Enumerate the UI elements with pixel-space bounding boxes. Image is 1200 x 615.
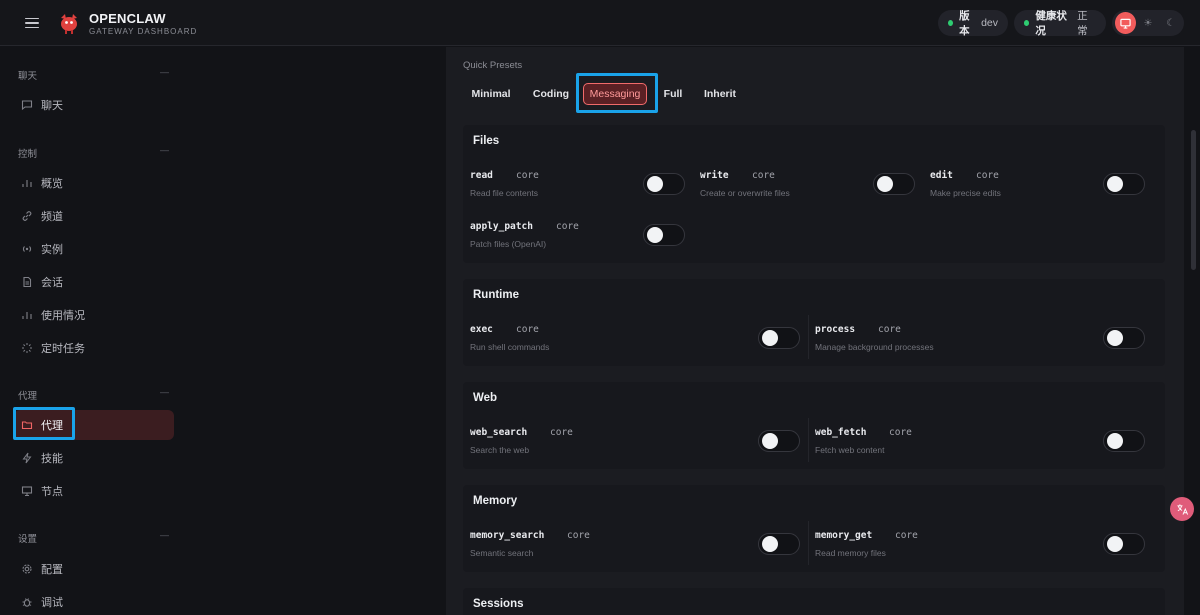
section-title: Files: [473, 135, 500, 147]
tool-edit: edit core Make precise edits: [923, 165, 1153, 205]
tool-tag: core: [516, 324, 539, 335]
link-icon: [20, 210, 33, 223]
section-files: Files read core Read file contents write…: [463, 125, 1165, 263]
section-memory: Memory memory_search core Semantic searc…: [463, 485, 1165, 572]
tool-tag: core: [567, 530, 590, 541]
preset-coding[interactable]: Coding: [528, 83, 574, 105]
sidebar-group-label: 设置: [18, 534, 38, 545]
section-title: Web: [473, 392, 498, 404]
section-sessions: Sessions: [463, 588, 1165, 615]
monitor-icon[interactable]: [1115, 12, 1136, 34]
tool-tag: core: [752, 170, 775, 181]
sidebar-item-chat[interactable]: 聊天: [14, 90, 174, 120]
sun-icon[interactable]: ☀: [1138, 12, 1159, 34]
tool-read-toggle[interactable]: [643, 173, 685, 195]
tool-write-toggle[interactable]: [873, 173, 915, 195]
quick-presets-label: Quick Presets: [463, 60, 523, 71]
tool-tag: core: [878, 324, 901, 335]
preset-minimal[interactable]: Minimal: [464, 83, 518, 105]
section-web: Web web_search core Search the web web_f…: [463, 382, 1165, 469]
tool-apply-patch-toggle[interactable]: [643, 224, 685, 246]
sidebar-group-label: 代理: [18, 391, 38, 402]
tool-tag: core: [516, 170, 539, 181]
tool-memory-search: memory_search core Semantic search: [463, 525, 808, 565]
sidebar-item-agents[interactable]: 代理: [14, 410, 174, 440]
tool-process-toggle[interactable]: [1103, 327, 1145, 349]
menu-icon[interactable]: [18, 13, 46, 33]
tool-web-fetch-toggle[interactable]: [1103, 430, 1145, 452]
tool-process: process core Manage background processes: [808, 319, 1153, 359]
tool-apply-patch: apply_patch core Patch files (OpenAI): [463, 216, 693, 256]
radio-icon: [20, 243, 33, 256]
sidebar-item-overview[interactable]: 概览: [14, 168, 174, 198]
sidebar-item-debug[interactable]: 调试: [14, 587, 174, 615]
section-title: Memory: [473, 495, 518, 507]
section-title: Sessions: [473, 598, 524, 610]
version-badge: 版本 dev: [938, 10, 1008, 37]
collapse-icon[interactable]: —: [160, 67, 169, 77]
status-dot-icon: [948, 20, 954, 26]
tool-tag: core: [889, 427, 912, 438]
monitor-icon: [20, 485, 33, 498]
zap-icon: [20, 452, 33, 465]
sidebar-item-channels[interactable]: 频道: [14, 201, 174, 231]
tool-tag: core: [550, 427, 573, 438]
gear-icon: [20, 563, 33, 576]
brand-subtitle: GATEWAY DASHBOARD: [89, 27, 198, 36]
sidebar-item-instances[interactable]: 实例: [14, 234, 174, 264]
sidebar-item-sessions[interactable]: 会话: [14, 267, 174, 297]
sidebar-item-usage[interactable]: 使用情况: [14, 300, 174, 330]
sidebar-item-config[interactable]: 配置: [14, 554, 174, 584]
folder-icon: [20, 419, 33, 432]
loader-icon: [20, 342, 33, 355]
sidebar-group-label: 控制: [18, 149, 38, 160]
bug-icon: [20, 596, 33, 609]
tool-tag: core: [556, 221, 579, 232]
preset-inherit[interactable]: Inherit: [699, 83, 741, 105]
sidebar: 聊天 — 聊天 控制 — 概览 频道 实例 会话 使用情况 定时任务 代理 — …: [0, 47, 175, 615]
collapse-icon[interactable]: —: [160, 387, 169, 397]
tool-memory-get-toggle[interactable]: [1103, 533, 1145, 555]
tool-web-search: web_search core Search the web: [463, 422, 808, 462]
tool-exec-toggle[interactable]: [758, 327, 800, 349]
tool-tag: core: [895, 530, 918, 541]
sidebar-item-cron[interactable]: 定时任务: [14, 333, 174, 363]
message-icon: [20, 99, 33, 112]
collapse-icon[interactable]: —: [160, 145, 169, 155]
bar-chart-icon: [20, 309, 33, 322]
status-dot-icon: [1024, 20, 1030, 26]
tool-web-fetch: web_fetch core Fetch web content: [808, 422, 1153, 462]
sidebar-item-nodes[interactable]: 节点: [14, 476, 174, 506]
file-icon: [20, 276, 33, 289]
brand-title: OPENCLAW: [89, 11, 166, 26]
openclaw-logo-icon: [61, 14, 77, 34]
tools-panel: Quick Presets Minimal Coding Messaging F…: [446, 47, 1184, 615]
translate-icon[interactable]: [1170, 497, 1194, 521]
tool-edit-toggle[interactable]: [1103, 173, 1145, 195]
theme-switcher: ☀ ☾: [1112, 10, 1184, 36]
scrollbar[interactable]: [1191, 130, 1196, 270]
tool-read: read core Read file contents: [463, 165, 693, 205]
tool-write: write core Create or overwrite files: [693, 165, 923, 205]
section-title: Runtime: [473, 289, 519, 301]
tool-memory-search-toggle[interactable]: [758, 533, 800, 555]
collapse-icon[interactable]: —: [160, 530, 169, 540]
health-badge: 健康状况 正常: [1014, 10, 1106, 37]
top-bar: OPENCLAW GATEWAY DASHBOARD 版本 dev 健康状况 正…: [0, 0, 1200, 46]
bar-chart-icon: [20, 177, 33, 190]
section-runtime: Runtime exec core Run shell commands pro…: [463, 279, 1165, 366]
sidebar-group-label: 聊天: [18, 71, 38, 82]
sidebar-item-skills[interactable]: 技能: [14, 443, 174, 473]
preset-messaging[interactable]: Messaging: [583, 83, 647, 105]
tool-exec: exec core Run shell commands: [463, 319, 808, 359]
tool-web-search-toggle[interactable]: [758, 430, 800, 452]
tool-tag: core: [976, 170, 999, 181]
moon-icon[interactable]: ☾: [1160, 12, 1181, 34]
tool-memory-get: memory_get core Read memory files: [808, 525, 1153, 565]
preset-full[interactable]: Full: [659, 83, 687, 105]
